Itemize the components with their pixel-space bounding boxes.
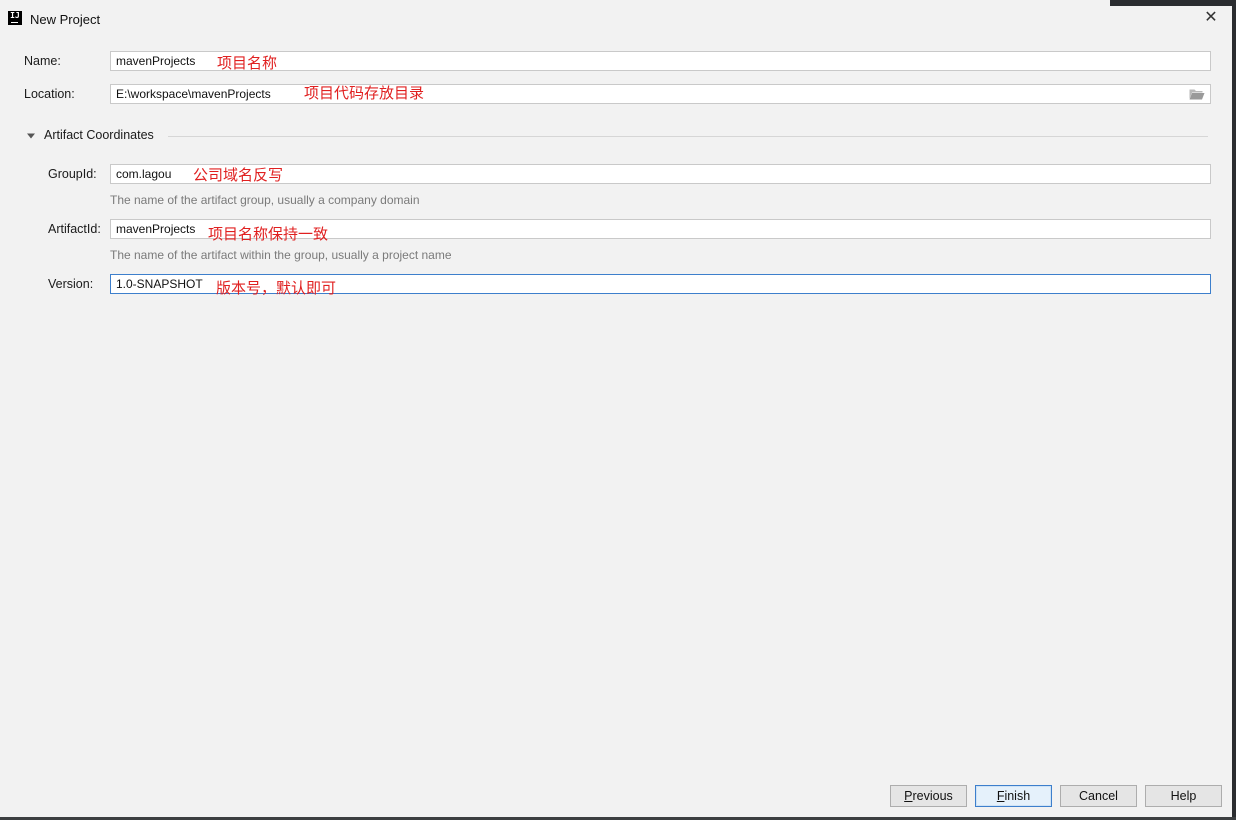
cancel-button[interactable]: Cancel — [1060, 785, 1137, 807]
background-window-edge — [1232, 0, 1236, 820]
help-button[interactable]: Help — [1145, 785, 1222, 807]
finish-button[interactable]: Finish — [975, 785, 1052, 807]
name-value: mavenProjects — [116, 54, 196, 68]
location-field[interactable]: E:\workspace\mavenProjects — [110, 84, 1211, 104]
artifactid-value: mavenProjects — [116, 222, 196, 236]
version-annotation: 版本号，默认即可 — [216, 280, 337, 297]
name-label: Name: — [24, 54, 61, 68]
artifactid-hint: The name of the artifact within the grou… — [110, 248, 452, 262]
groupid-value: com.lagou — [116, 167, 172, 181]
artifactid-annotation: 项目名称保持一致 — [208, 226, 329, 243]
intellij-app-icon: IJ — [8, 11, 22, 25]
version-value: 1.0-SNAPSHOT — [116, 277, 203, 291]
location-annotation: 项目代码存放目录 — [304, 85, 425, 102]
chevron-down-icon[interactable] — [26, 131, 36, 141]
browse-folder-icon[interactable] — [1189, 88, 1205, 100]
artifactid-label: ArtifactId: — [48, 222, 101, 236]
close-icon[interactable]: ✕ — [1201, 8, 1221, 28]
section-divider — [168, 136, 1208, 137]
location-label: Location: — [24, 87, 75, 101]
version-label: Version: — [48, 277, 94, 291]
window-title: New Project — [30, 12, 101, 27]
title-bar: IJ New Project ✕ — [0, 4, 1232, 34]
name-annotation: 项目名称 — [217, 55, 278, 72]
location-value: E:\workspace\mavenProjects — [116, 87, 271, 101]
groupid-annotation: 公司域名反写 — [193, 167, 284, 184]
previous-button[interactable]: Previous — [890, 785, 967, 807]
groupid-label: GroupId: — [48, 167, 97, 181]
section-title-artifact-coordinates[interactable]: Artifact Coordinates — [44, 128, 154, 142]
groupid-hint: The name of the artifact group, usually … — [110, 193, 420, 207]
